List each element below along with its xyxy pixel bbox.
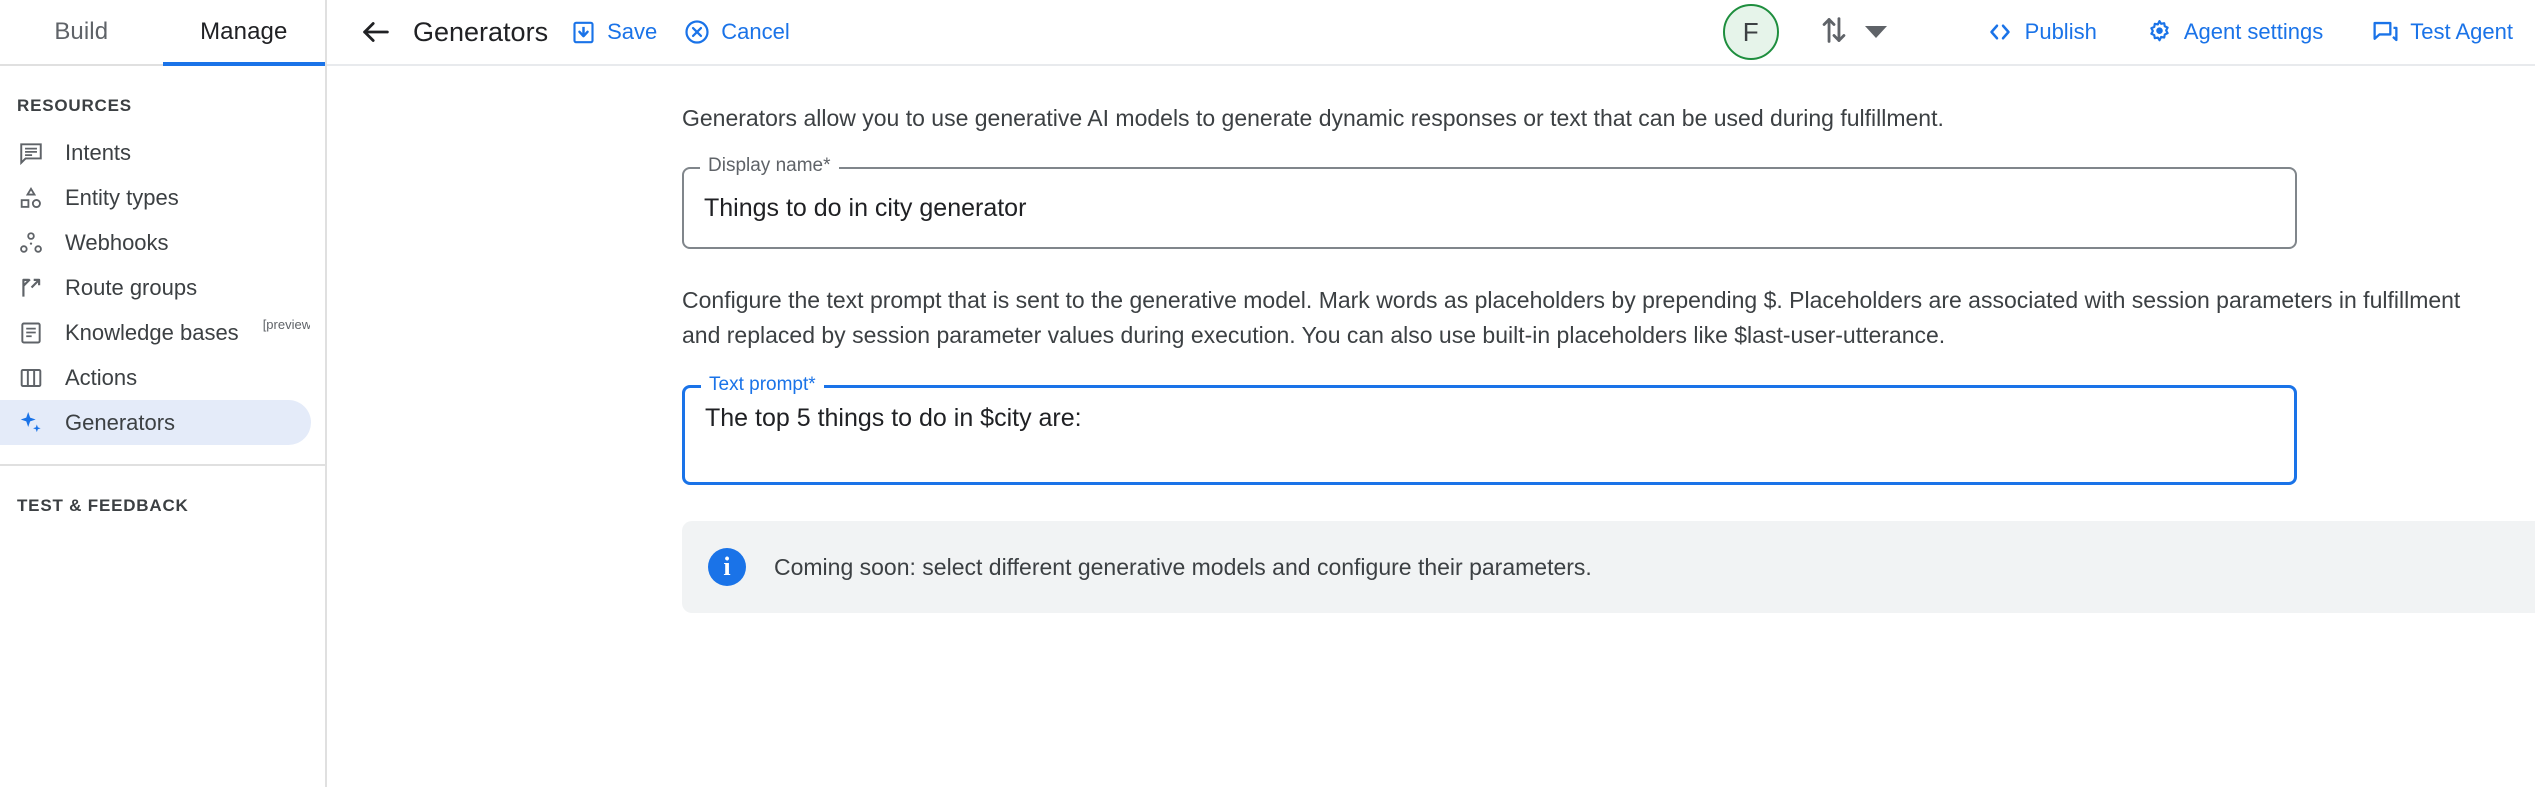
actions-icon (17, 364, 45, 392)
sidebar-item-entity-types[interactable]: Entity types (0, 175, 311, 220)
sidebar-item-label: Route groups (65, 275, 197, 301)
display-name-label: Display name* (700, 156, 839, 175)
save-label: Save (607, 19, 657, 45)
avatar[interactable]: F (1723, 4, 1779, 60)
top-toolbar: Generators Save (327, 0, 2535, 66)
prompt-description: Configure the text prompt that is sent t… (682, 283, 2497, 353)
sidebar-item-label: Webhooks (65, 230, 169, 256)
gear-icon (2145, 18, 2174, 47)
sidebar-item-actions[interactable]: Actions (0, 355, 311, 400)
generator-form: Generators allow you to use generative A… (327, 66, 2535, 787)
sidebar-item-label: Generators (65, 410, 175, 436)
sidebar-item-intents[interactable]: Intents (0, 130, 311, 175)
save-button[interactable]: Save (570, 19, 657, 46)
sidebar-item-label: Knowledge bases (65, 320, 239, 346)
save-icon (570, 19, 597, 46)
knowledge-bases-icon (17, 319, 45, 347)
preview-badge: [preview] (263, 317, 311, 332)
text-prompt-label: Text prompt* (701, 375, 824, 394)
cancel-icon (683, 18, 711, 46)
back-arrow-icon[interactable] (357, 13, 395, 51)
avatar-initial: F (1743, 17, 1759, 48)
display-name-field[interactable]: Display name* Things to do in city gener… (682, 167, 2297, 249)
entity-types-icon (17, 184, 45, 212)
banner-text: Coming soon: select different generative… (774, 554, 1592, 581)
sidebar-item-label: Actions (65, 365, 137, 391)
sidebar-item-label: Entity types (65, 185, 179, 211)
test-agent-label: Test Agent (2410, 19, 2513, 45)
text-prompt-value: The top 5 things to do in $city are: (705, 404, 1082, 433)
intents-icon (17, 139, 45, 167)
publish-label: Publish (2025, 19, 2097, 45)
app-root: Build Manage RESOURCES Intents (0, 0, 2535, 787)
tab-build[interactable]: Build (0, 0, 163, 64)
route-groups-icon (17, 274, 45, 302)
sidebar: Build Manage RESOURCES Intents (0, 0, 327, 787)
swap-vertical-icon (1817, 13, 1851, 52)
main-area: Generators Save (327, 0, 2535, 787)
sidebar-item-knowledge-bases[interactable]: Knowledge bases [preview] (0, 310, 311, 355)
mode-tabs: Build Manage (0, 0, 325, 66)
tab-build-label: Build (54, 18, 108, 46)
info-icon: i (708, 548, 746, 586)
toolbar-right-actions: Publish Agent settings (1937, 17, 2513, 47)
test-agent-button[interactable]: Test Agent (2371, 18, 2513, 47)
agent-settings-label: Agent settings (2184, 19, 2323, 45)
sidebar-item-generators[interactable]: Generators (0, 400, 311, 445)
page-title: Generators (413, 17, 548, 48)
tab-manage-label: Manage (200, 18, 287, 46)
section-label-resources: RESOURCES (0, 66, 325, 130)
display-name-value: Things to do in city generator (704, 194, 1026, 223)
coming-soon-banner: i Coming soon: select different generati… (682, 521, 2535, 613)
section-label-test-feedback: TEST & FEEDBACK (0, 466, 325, 530)
sidebar-item-webhooks[interactable]: Webhooks (0, 220, 311, 265)
generators-sparkle-icon (17, 409, 45, 437)
intro-text: Generators allow you to use generative A… (682, 102, 2482, 135)
cancel-label: Cancel (721, 19, 789, 45)
environment-switcher[interactable] (1817, 13, 1887, 52)
sidebar-item-label: Intents (65, 140, 131, 166)
agent-settings-button[interactable]: Agent settings (2145, 18, 2323, 47)
webhooks-icon (17, 229, 45, 257)
chat-bubbles-icon (2371, 18, 2400, 47)
publish-button[interactable]: Publish (1985, 17, 2097, 47)
cancel-button[interactable]: Cancel (683, 18, 789, 46)
code-brackets-icon (1985, 17, 2015, 47)
sidebar-item-route-groups[interactable]: Route groups (0, 265, 311, 310)
sidebar-nav-list: Intents Entity types (0, 130, 325, 445)
text-prompt-field[interactable]: Text prompt* The top 5 things to do in $… (682, 385, 2297, 485)
chevron-down-icon (1865, 26, 1887, 38)
tab-manage[interactable]: Manage (163, 0, 326, 64)
